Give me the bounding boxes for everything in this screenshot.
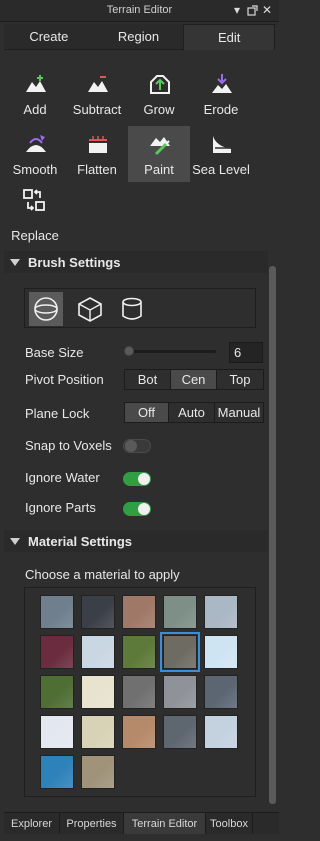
pivot-top-option[interactable]: Top: [217, 370, 263, 389]
material-swatch[interactable]: [81, 715, 115, 749]
mode-tabs: Create Region Edit: [4, 24, 276, 50]
tab-terrain-editor[interactable]: Terrain Editor: [124, 813, 206, 834]
plane-lock-label: Plane Lock: [25, 406, 90, 421]
smooth-terrain-icon: [26, 135, 46, 152]
material-prompt: Choose a material to apply: [25, 567, 180, 582]
material-swatch[interactable]: [163, 675, 197, 709]
shape-sphere-button[interactable]: [29, 292, 63, 326]
tool-replace[interactable]: Replace: [4, 186, 66, 243]
material-swatch[interactable]: [81, 595, 115, 629]
collapse-arrow-icon: [10, 537, 20, 545]
base-size-slider-thumb[interactable]: [124, 346, 134, 356]
base-size-input[interactable]: 6: [229, 342, 263, 363]
brush-settings-header[interactable]: Brush Settings: [4, 251, 268, 273]
collapse-arrow-icon: [10, 258, 20, 266]
material-swatch[interactable]: [40, 755, 74, 789]
subtract-terrain-icon: [88, 76, 108, 92]
snap-to-voxels-toggle[interactable]: [123, 439, 151, 453]
material-swatch[interactable]: [40, 715, 74, 749]
tool-sea-level-label: Sea Level: [192, 162, 250, 177]
close-icon[interactable]: ✕: [260, 3, 274, 17]
material-swatch[interactable]: [81, 755, 115, 789]
shape-cube-button[interactable]: [73, 292, 107, 326]
undock-icon[interactable]: [245, 3, 259, 17]
material-swatch[interactable]: [204, 675, 238, 709]
cylinder-icon: [122, 297, 142, 320]
shape-cylinder-button[interactable]: [115, 292, 149, 326]
material-swatch[interactable]: [40, 675, 74, 709]
brush-shape-selector: [24, 288, 256, 328]
material-settings-title: Material Settings: [28, 533, 133, 549]
tool-replace-label: Replace: [11, 228, 59, 243]
sphere-icon: [34, 297, 58, 321]
plane-lock-off-option[interactable]: Off: [125, 403, 169, 422]
cube-icon: [78, 297, 102, 322]
material-swatch[interactable]: [204, 635, 238, 669]
material-swatch[interactable]: [81, 675, 115, 709]
plane-lock-manual-option[interactable]: Manual: [215, 403, 263, 422]
sea-level-icon: [213, 136, 231, 153]
material-swatch[interactable]: [81, 635, 115, 669]
base-size-label: Base Size: [25, 345, 84, 360]
pivot-bot-option[interactable]: Bot: [125, 370, 171, 389]
tab-region[interactable]: Region: [93, 24, 184, 50]
base-size-slider-track[interactable]: [124, 350, 216, 353]
material-swatch[interactable]: [160, 632, 200, 672]
flatten-terrain-icon: [89, 136, 107, 153]
tool-erode[interactable]: Erode: [190, 66, 252, 122]
tab-edit[interactable]: Edit: [183, 24, 276, 50]
window-titlebar: Terrain Editor ▾ ✕: [0, 0, 279, 22]
plane-lock-auto-option[interactable]: Auto: [169, 403, 215, 422]
panel-tabs: Explorer Properties Terrain Editor Toolb…: [4, 812, 279, 834]
tool-erode-label: Erode: [203, 102, 239, 117]
snap-to-voxels-label: Snap to Voxels: [25, 438, 112, 453]
brush-settings-title: Brush Settings: [28, 254, 121, 270]
tab-create[interactable]: Create: [4, 24, 94, 50]
replace-terrain-icon: [23, 189, 45, 211]
tab-explorer[interactable]: Explorer: [4, 813, 60, 834]
scrollbar-thumb[interactable]: [269, 266, 276, 804]
material-swatch[interactable]: [40, 595, 74, 629]
add-terrain-icon: [26, 75, 46, 92]
ignore-water-toggle[interactable]: [123, 472, 151, 486]
grow-terrain-icon: [150, 75, 170, 94]
material-swatch[interactable]: [40, 635, 74, 669]
material-swatch[interactable]: [122, 675, 156, 709]
tool-sea-level[interactable]: Sea Level: [190, 126, 252, 182]
erode-terrain-icon: [212, 74, 232, 93]
material-swatch[interactable]: [163, 715, 197, 749]
paint-terrain-icon: [150, 137, 170, 156]
pivot-position-label: Pivot Position: [25, 372, 104, 387]
material-swatch[interactable]: [204, 715, 238, 749]
tab-toolbox[interactable]: Toolbox: [206, 813, 253, 834]
ignore-parts-label: Ignore Parts: [25, 500, 96, 515]
material-swatch[interactable]: [122, 635, 156, 669]
menu-chevron-icon[interactable]: ▾: [230, 3, 244, 17]
material-swatch[interactable]: [163, 595, 197, 629]
pivot-cen-option[interactable]: Cen: [171, 370, 217, 389]
ignore-parts-toggle[interactable]: [123, 502, 151, 516]
pivot-position-selector: Bot Cen Top: [124, 369, 264, 390]
ignore-water-label: Ignore Water: [25, 470, 100, 485]
tab-properties[interactable]: Properties: [60, 813, 124, 834]
material-swatch[interactable]: [122, 595, 156, 629]
material-grid: [24, 587, 256, 797]
plane-lock-selector: Off Auto Manual: [124, 402, 264, 423]
material-swatch[interactable]: [122, 715, 156, 749]
material-settings-header[interactable]: Material Settings: [4, 530, 268, 552]
material-swatch[interactable]: [204, 595, 238, 629]
